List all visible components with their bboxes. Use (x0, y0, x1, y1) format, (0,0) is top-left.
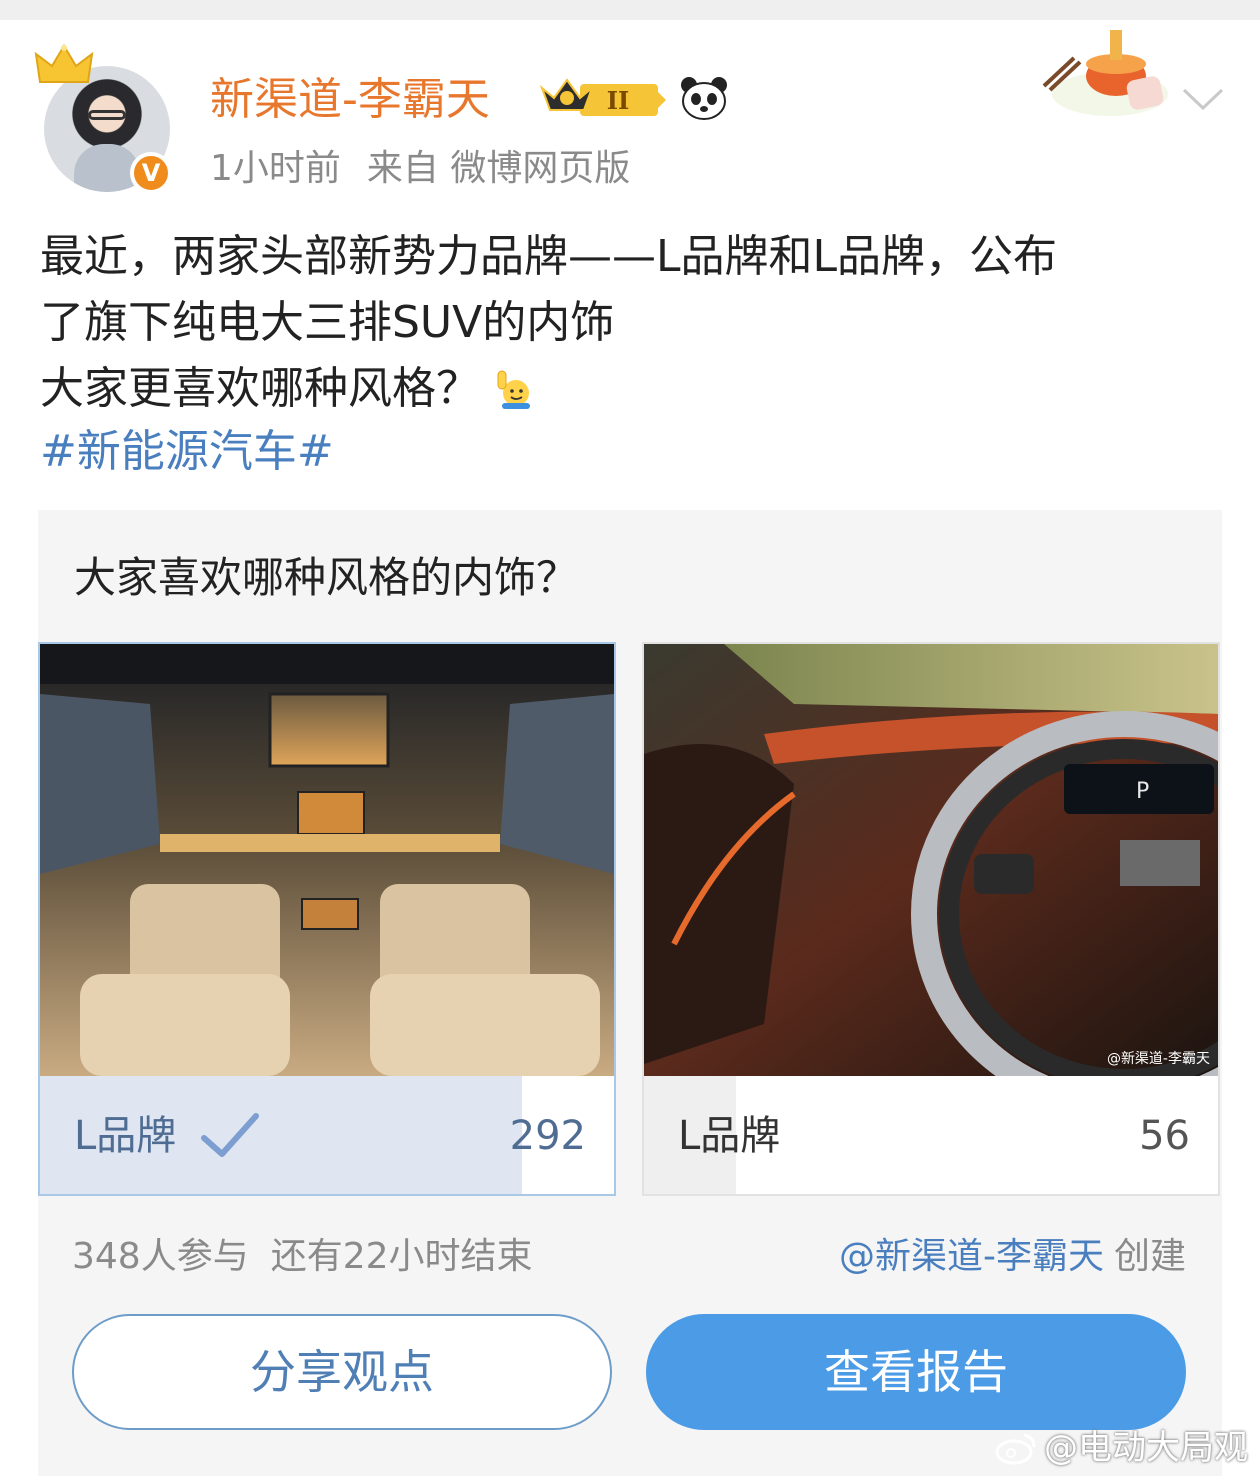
checkmark-icon (201, 1113, 259, 1157)
post-line: 了旗下纯电大三排SUV的内饰 (40, 297, 615, 348)
poll-option-b-label: L品牌 (678, 1113, 781, 1159)
watermark-text: @电动大局观 (1044, 1428, 1248, 1468)
poll-card: 大家喜欢哪种风格的内饰？ L品牌 292 P @新渠道-李霸天 L品牌 56 3… (38, 510, 1222, 1476)
weibo-logo-icon (995, 1433, 1036, 1465)
avatar[interactable]: V (34, 44, 184, 194)
poll-option-a-label: L品牌 (74, 1113, 177, 1159)
post-line-with-emoji: 大家更喜欢哪种风格？ (40, 356, 1220, 422)
poll-question: 大家喜欢哪种风格的内饰？ (74, 553, 579, 602)
poll-creator: @新渠道-李霸天 创建 (839, 1232, 1186, 1282)
chevron-down-icon[interactable] (1180, 84, 1226, 114)
panda-icon (681, 77, 727, 120)
creator-suffix: 创建 (1113, 1236, 1186, 1277)
poll-option-a-count: 292 (509, 1113, 586, 1159)
poll-stats: 348人参与 还有22小时结束 (72, 1232, 533, 1282)
creator-mention-link[interactable]: @新渠道-李霸天 (839, 1236, 1104, 1277)
watermark: @电动大局观 (994, 1424, 1248, 1472)
post-text: 最近，两家头部新势力品牌——L品牌和L品牌，公布 了旗下纯电大三排SUV的内饰 … (40, 224, 1220, 422)
poll-remaining-time: 还有22小时结束 (270, 1236, 533, 1277)
svg-text:P: P (1136, 779, 1149, 804)
poll-participants: 348人参与 (72, 1236, 249, 1277)
verified-v-badge: V (130, 152, 172, 194)
top-strip (0, 0, 1260, 20)
vip-level-badge[interactable]: II (540, 74, 668, 124)
username[interactable]: 新渠道-李霸天 (210, 70, 490, 130)
poll-option-b-count: 56 (1139, 1113, 1190, 1159)
hotpot-decoration-icon (1042, 30, 1168, 116)
poll-option-a-image (40, 644, 614, 1076)
poll-option-b-image: P (644, 644, 1218, 1076)
poll-option-b[interactable]: P @新渠道-李霸天 L品牌 56 (642, 642, 1220, 1196)
post-time: 1小时前 (210, 148, 341, 189)
poll-option-a[interactable]: L品牌 292 (38, 642, 616, 1196)
raise-hand-emoji-icon (497, 370, 530, 409)
image-watermark: @新渠道-李霸天 (1106, 1051, 1210, 1067)
hashtag-link[interactable]: #新能源汽车# (40, 422, 334, 482)
view-report-button[interactable]: 查看报告 (646, 1314, 1186, 1430)
crown-icon (34, 44, 94, 83)
post-line: 最近，两家头部新势力品牌——L品牌和L品牌，公布 (40, 231, 1058, 282)
post-line: 大家更喜欢哪种风格？ (40, 363, 480, 414)
share-opinion-button[interactable]: 分享观点 (72, 1314, 612, 1430)
post-source: 来自 微博网页版 (366, 148, 631, 189)
post-meta: 1小时前 来自 微博网页版 (210, 144, 630, 194)
level-badge-text: II (607, 86, 629, 115)
